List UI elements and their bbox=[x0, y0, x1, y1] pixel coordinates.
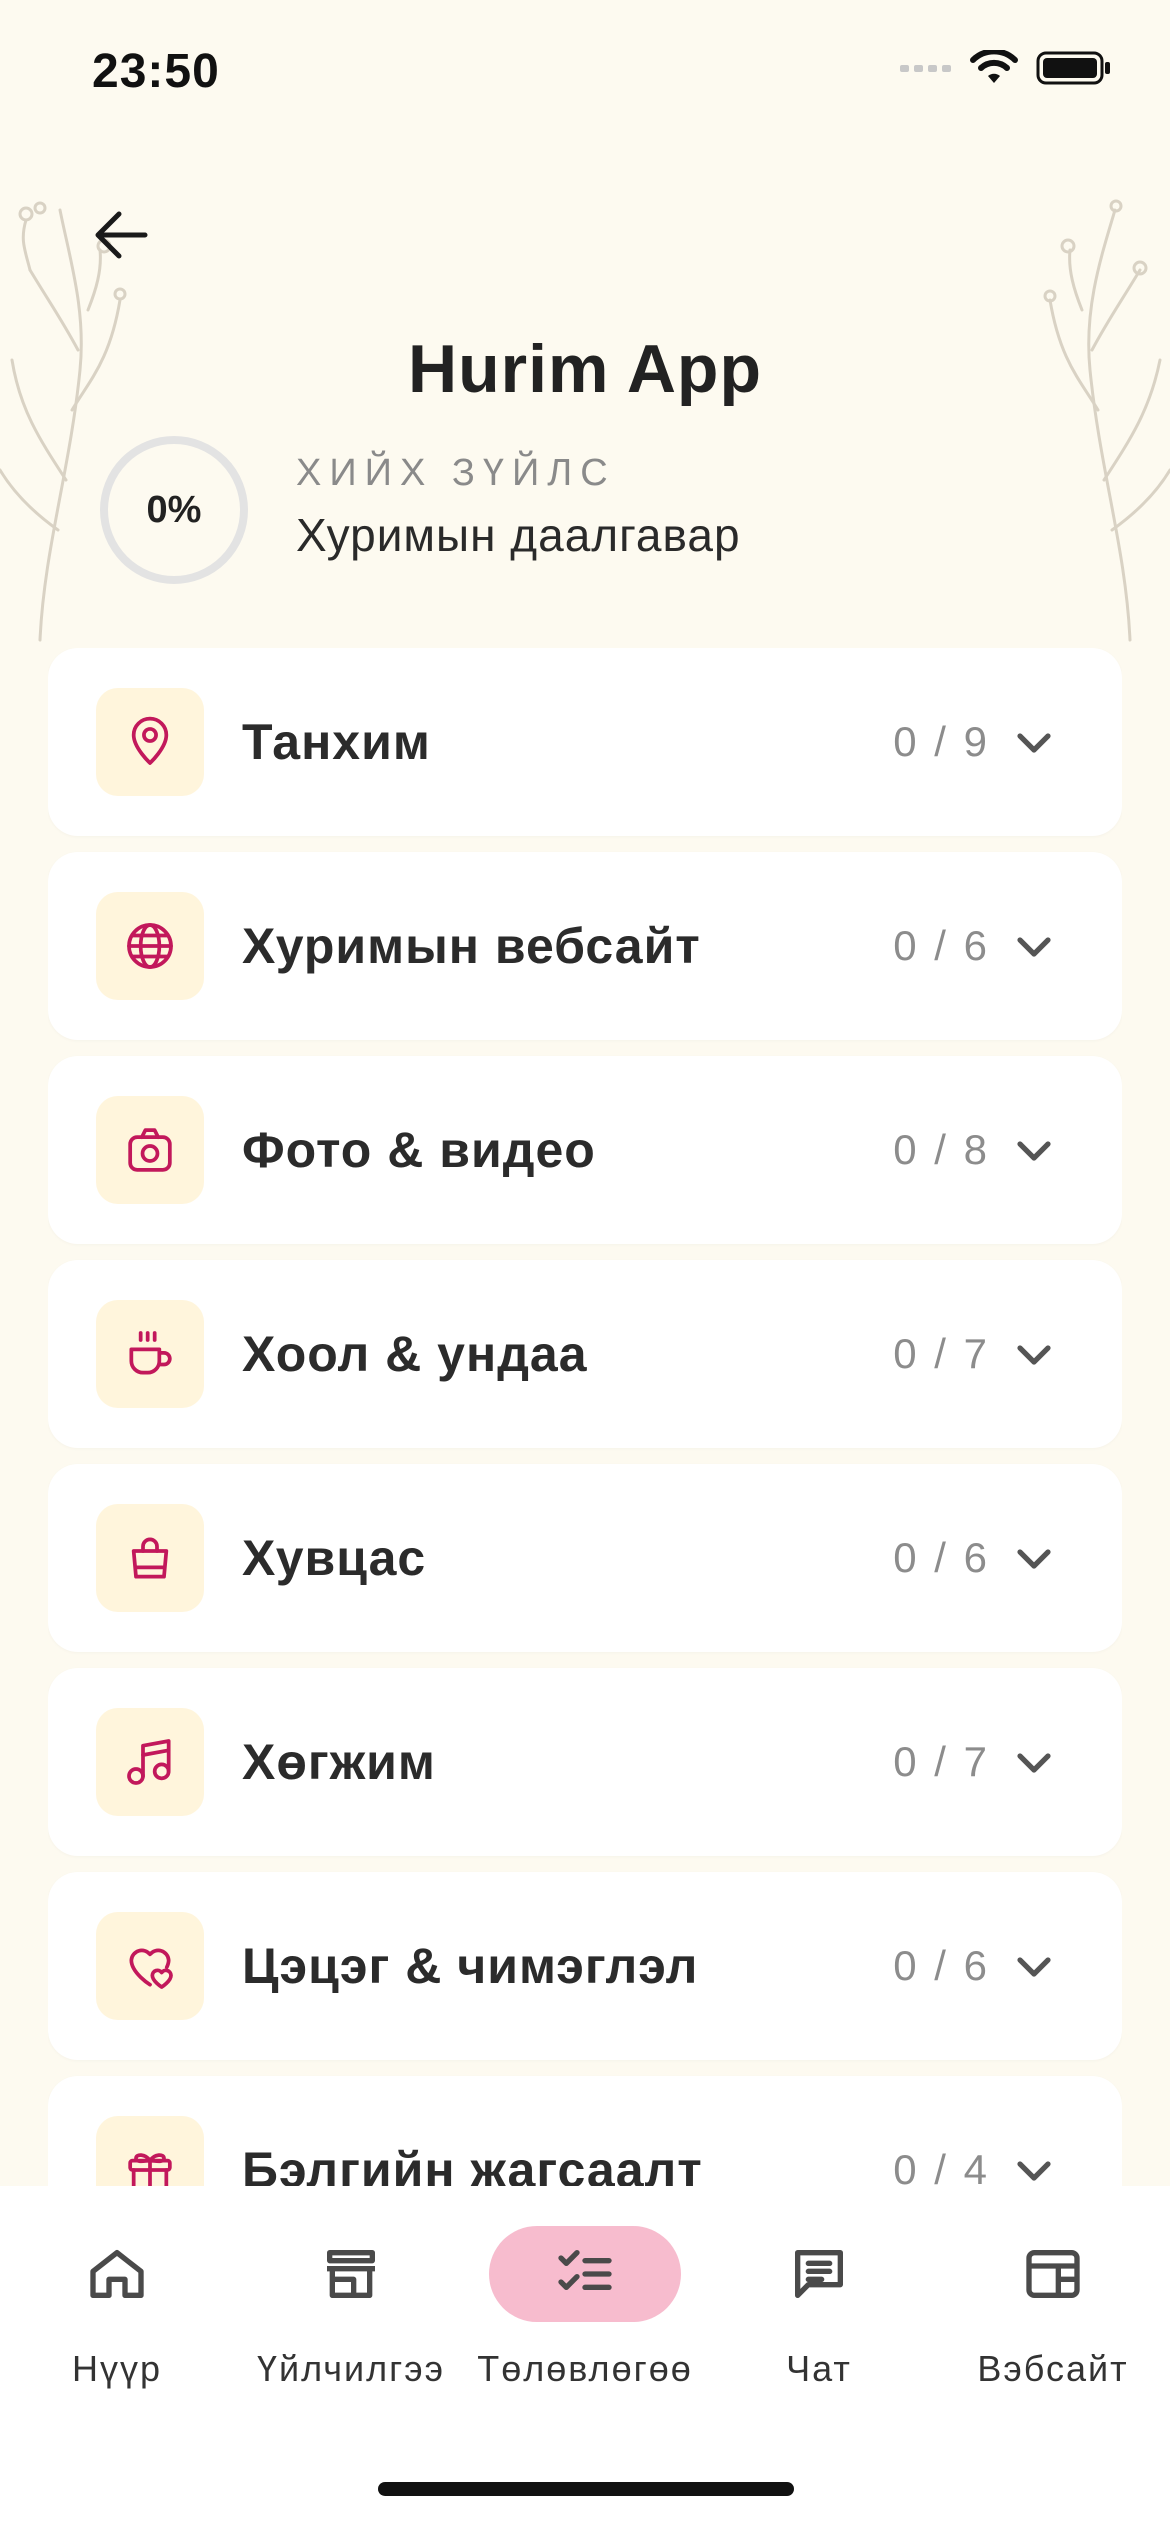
category-label: Бэлгийн жагсаалт bbox=[242, 2142, 703, 2186]
nav-item-planning[interactable]: Төлөвлөгөө bbox=[468, 2226, 702, 2406]
nav-icon-wrap bbox=[957, 2226, 1149, 2322]
category-label: Фото & видео bbox=[242, 1122, 596, 1178]
globe-icon bbox=[127, 923, 173, 969]
category-icon-box bbox=[96, 1096, 204, 1204]
section-heading: Хуримын даалгавар bbox=[296, 509, 741, 561]
category-icon-box bbox=[96, 1912, 204, 2020]
category-card-website[interactable]: Хуримын вебсайт 0 / 6 bbox=[48, 852, 1122, 1040]
category-label: Хөгжим bbox=[242, 1734, 436, 1790]
category-label: Цэцэг & чимэглэл bbox=[242, 1938, 699, 1994]
category-card-venue[interactable]: Танхим 0 / 9 bbox=[48, 648, 1122, 836]
category-card-photo-video[interactable]: Фото & видео 0 / 8 bbox=[48, 1056, 1122, 1244]
category-count: 0 / 4 bbox=[893, 2146, 990, 2186]
category-count: 0 / 7 bbox=[893, 1738, 990, 1785]
nav-label: Вэбсайт bbox=[977, 2348, 1129, 2389]
gift-icon bbox=[128, 2153, 172, 2186]
arrow-left-icon bbox=[95, 211, 148, 259]
home-icon bbox=[90, 2250, 144, 2298]
status-time: 23:50 bbox=[92, 45, 220, 98]
category-icon-box bbox=[96, 892, 204, 1000]
category-count: 0 / 8 bbox=[893, 1126, 990, 1173]
nav-label: Төлөвлөгөө bbox=[477, 2348, 693, 2389]
checklist-icon bbox=[558, 2250, 612, 2290]
chevron-down-icon[interactable] bbox=[1010, 1330, 1058, 1378]
page-title: Hurim App bbox=[407, 331, 762, 407]
chevron-down-icon[interactable] bbox=[1010, 1126, 1058, 1174]
category-icon-box bbox=[96, 688, 204, 796]
signal-icon bbox=[900, 65, 951, 72]
nav-icon-wrap bbox=[489, 2226, 681, 2322]
hearts-icon bbox=[129, 1948, 173, 1989]
category-icon-box bbox=[96, 1300, 204, 1408]
store-icon bbox=[327, 2250, 375, 2298]
chevron-down-icon[interactable] bbox=[1010, 922, 1058, 970]
category-count: 0 / 6 bbox=[893, 1942, 990, 1989]
category-card-music[interactable]: Хөгжим 0 / 7 bbox=[48, 1668, 1122, 1856]
nav-item-services[interactable]: Үйлчилгээ bbox=[234, 2226, 468, 2406]
nav-label: Чат bbox=[786, 2348, 852, 2389]
status-bar: 23:50 bbox=[0, 0, 1170, 140]
chat-icon bbox=[795, 2250, 843, 2298]
nav-item-home[interactable]: Нүүр bbox=[0, 2226, 234, 2406]
category-icon-box bbox=[96, 1708, 204, 1816]
category-card-food-drink[interactable]: Хоол & ундаа 0 / 7 bbox=[48, 1260, 1122, 1448]
back-button[interactable] bbox=[86, 200, 156, 270]
wifi-icon bbox=[970, 50, 1018, 83]
home-indicator[interactable] bbox=[378, 2482, 794, 2496]
chevron-down-icon[interactable] bbox=[1010, 2146, 1058, 2186]
nav-icon-wrap bbox=[21, 2226, 213, 2322]
branch-decoration-right bbox=[1043, 199, 1170, 642]
category-label: Хоол & ундаа bbox=[242, 1326, 588, 1382]
location-pin-icon bbox=[131, 716, 169, 765]
music-note-icon bbox=[127, 1739, 171, 1785]
bottom-navigation: Нүүр Үйлчилгээ Төлөвлөгөө Чат Вэбсайт bbox=[0, 2186, 1170, 2532]
category-card-flowers-decor[interactable]: Цэцэг & чимэглэл 0 / 6 bbox=[48, 1872, 1122, 2060]
category-count: 0 / 6 bbox=[893, 1534, 990, 1581]
nav-item-chat[interactable]: Чат bbox=[702, 2226, 936, 2406]
nav-item-website[interactable]: Вэбсайт bbox=[936, 2226, 1170, 2406]
camera-icon bbox=[128, 1128, 172, 1172]
chevron-down-icon[interactable] bbox=[1010, 1534, 1058, 1582]
category-card-clothing[interactable]: Хувцас 0 / 6 bbox=[48, 1464, 1122, 1652]
coffee-cup-icon bbox=[129, 1331, 172, 1375]
chevron-down-icon[interactable] bbox=[1010, 718, 1058, 766]
chevron-down-icon[interactable] bbox=[1010, 1942, 1058, 1990]
battery-icon bbox=[1036, 51, 1110, 85]
category-count: 0 / 7 bbox=[893, 1330, 990, 1377]
status-icons bbox=[900, 50, 1112, 86]
nav-label: Үйлчилгээ bbox=[256, 2348, 446, 2389]
category-card-gift-list[interactable]: Бэлгийн жагсаалт 0 / 4 bbox=[48, 2076, 1122, 2186]
chevron-down-icon[interactable] bbox=[1010, 1738, 1058, 1786]
category-icon-box bbox=[96, 1504, 204, 1612]
category-label: Хувцас bbox=[242, 1530, 427, 1586]
category-label: Хуримын вебсайт bbox=[242, 918, 701, 974]
nav-label: Нүүр bbox=[71, 2348, 163, 2389]
category-icon-box bbox=[96, 2116, 204, 2186]
nav-icon-wrap bbox=[723, 2226, 915, 2322]
subtitle-label: ХИЙХ ЗҮЙЛС bbox=[296, 452, 616, 494]
category-label: Танхим bbox=[242, 714, 431, 770]
progress-percent: 0% bbox=[146, 488, 202, 531]
category-count: 0 / 9 bbox=[893, 718, 990, 765]
nav-icon-wrap bbox=[255, 2226, 447, 2322]
website-icon bbox=[1026, 2250, 1080, 2298]
bag-icon bbox=[131, 1537, 169, 1579]
category-list[interactable]: Танхим 0 / 9 Хуримын вебсайт 0 / 6 Фото … bbox=[48, 648, 1122, 2186]
category-count: 0 / 6 bbox=[893, 922, 990, 969]
